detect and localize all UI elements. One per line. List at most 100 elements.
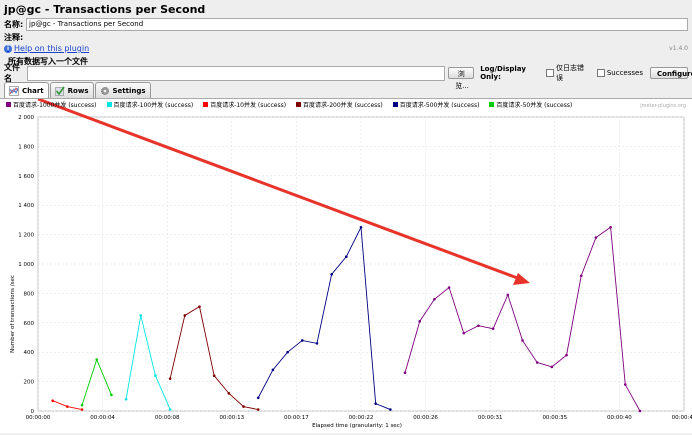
legend-item: 百度请求-50并发 (success) [489, 100, 572, 109]
data-point [198, 305, 201, 308]
plugin-version: v1.4.0 [669, 45, 688, 52]
data-point [359, 225, 363, 229]
legend-swatch [489, 102, 495, 107]
data-point [80, 403, 84, 407]
x-axis-label: Elapsed time (granularity: 1 sec) [312, 423, 402, 429]
comment-row: 注释: [0, 31, 692, 43]
legend-item: 百度请求-1000并发 (success) [6, 100, 97, 109]
y-tick-label: 1 800 [18, 144, 34, 150]
successes-checkbox[interactable]: Successes [596, 69, 643, 77]
comment-label: 注释: [4, 32, 24, 42]
data-point [521, 339, 524, 342]
x-tick-label: 00:00:08 [155, 415, 180, 421]
legend-swatch [296, 102, 302, 107]
filename-input[interactable] [27, 65, 446, 81]
data-point [535, 361, 539, 364]
data-point [550, 365, 554, 369]
legend-item: 百度请求-10并发 (success) [203, 100, 286, 109]
write-all-label: 所有数据写入一个文件 [8, 57, 88, 66]
data-point [418, 320, 422, 323]
data-point [594, 236, 598, 239]
chart-icon [9, 85, 19, 96]
tab-rows[interactable]: Rows [49, 82, 94, 98]
x-tick-label: 00:00:00 [26, 415, 51, 421]
y-tick-label: 1 600 [18, 174, 34, 180]
legend-label: 百度请求-50并发 (success) [496, 102, 573, 109]
data-point [110, 393, 113, 397]
y-tick-label: 600 [24, 321, 35, 327]
tab-bar: Chart Rows Settings [0, 82, 692, 98]
data-point [271, 368, 275, 372]
data-point [227, 392, 231, 395]
y-tick-label: 400 [24, 350, 35, 356]
y-tick-label: 800 [24, 291, 35, 297]
legend-item: 百度请求-200并发 (success) [296, 100, 383, 109]
y-tick-label: 1 200 [18, 233, 34, 239]
gear-icon [100, 86, 109, 95]
data-point [609, 225, 612, 229]
data-point [638, 409, 642, 413]
help-link-label: Help on this plugin [14, 44, 90, 53]
x-tick-label: 00:00:22 [349, 415, 374, 421]
x-tick-label: 00:00:13 [219, 415, 244, 421]
successes-checkbox-label: Successes [606, 69, 643, 77]
legend-swatch [6, 102, 11, 107]
configure-button[interactable]: Configure [650, 67, 692, 79]
errors-checkbox-box[interactable] [546, 69, 554, 77]
chart-panel: 0 200 400 600 800 1 000 1 200 1 400 1 600 1 800 2 … [0, 97, 692, 433]
data-point [315, 342, 319, 345]
legend-label: 百度请求-10并发 (success) [210, 102, 287, 109]
data-point [374, 402, 377, 405]
successes-checkbox-box[interactable] [596, 69, 605, 77]
data-point [242, 405, 245, 408]
data-point [565, 353, 568, 357]
data-point [345, 255, 348, 258]
legend-label: 百度请求-500并发 (success) [399, 102, 480, 109]
y-axis-label: Number of transactions /sec [10, 275, 16, 353]
log-display-label: Log/Display Only: [480, 65, 526, 81]
data-point [447, 286, 451, 289]
help-row: i Help on this plugin v1.4.0 [0, 43, 692, 54]
name-input[interactable] [26, 17, 688, 31]
legend-swatch [392, 102, 398, 107]
data-point [124, 397, 128, 401]
chart-legend: 百度请求-1000并发 (success) 百度请求-100并发 (success… [6, 100, 572, 109]
tab-settings-label: Settings [112, 86, 146, 95]
data-point [623, 383, 627, 386]
x-tick-label: 00:00:35 [542, 415, 567, 421]
errors-checkbox[interactable]: 仅日志错误 [546, 63, 587, 83]
tab-settings[interactable]: Settings [94, 82, 151, 98]
data-point [139, 314, 143, 317]
data-point [477, 324, 480, 328]
x-tick-label: 00:00:17 [284, 415, 309, 421]
y-tick-label: 2 000 [18, 115, 34, 121]
name-label: 名称: [4, 19, 24, 29]
errors-checkbox-label: 仅日志错误 [555, 64, 584, 82]
legend-label: 百度请求-1000并发 (success) [13, 102, 97, 109]
file-label: 文件名 [4, 63, 20, 83]
x-tick-label: 00:00:04 [90, 415, 115, 421]
data-point [66, 405, 69, 408]
legend-label: 百度请求-200并发 (success) [303, 102, 383, 109]
x-tick-label: 00:00:31 [478, 415, 503, 421]
tab-rows-label: Rows [67, 86, 89, 95]
legend-item: 百度请求-500并发 (success) [392, 100, 480, 109]
x-tick-label: 00:00:44 [672, 415, 692, 421]
y-tick-label: 1 000 [18, 262, 34, 268]
tab-chart-label: Chart [22, 86, 44, 95]
legend-swatch [106, 102, 112, 107]
data-point [403, 371, 407, 375]
tab-chart[interactable]: Chart [4, 82, 49, 98]
x-tick-label: 00:00:40 [607, 415, 632, 421]
help-link[interactable]: i Help on this plugin [4, 44, 89, 53]
data-point [80, 408, 84, 411]
data-point [256, 396, 260, 400]
name-row: 名称: [0, 17, 692, 31]
data-point [168, 408, 172, 411]
data-point [462, 331, 466, 335]
comment-input[interactable] [26, 31, 688, 43]
data-point [579, 274, 583, 278]
legend-item: 百度请求-100并发 (success) [106, 100, 193, 109]
y-tick-label: 1 400 [18, 203, 34, 209]
browse-button[interactable]: 浏览... [448, 67, 475, 90]
